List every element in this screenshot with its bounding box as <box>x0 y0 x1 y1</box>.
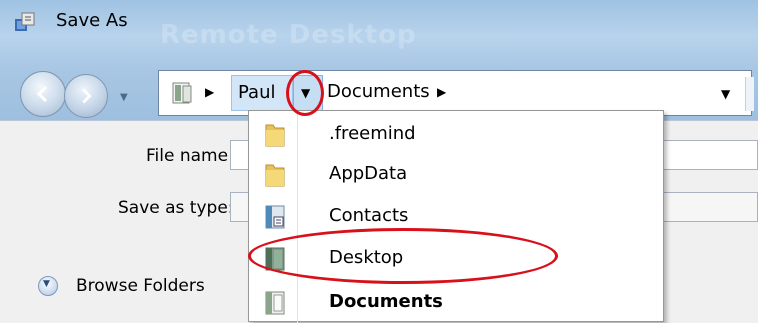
crumb-separator-icon[interactable]: ▶ <box>437 85 446 99</box>
dropdown-item-appdata[interactable]: AppData <box>249 155 663 195</box>
highlight-ring-dropdown-button <box>286 70 324 116</box>
ghost-title: Remote Desktop <box>160 20 417 50</box>
folder-icon <box>265 124 285 147</box>
documents-icon <box>265 291 285 315</box>
file-name-label: File name: <box>146 146 234 166</box>
save-as-type-label: Save as type: <box>118 198 234 218</box>
dropdown-item-documents[interactable]: Documents <box>249 283 663 323</box>
browse-folders-label[interactable]: Browse Folders <box>76 276 205 296</box>
back-arrow-icon <box>36 85 48 103</box>
recent-pages-dropdown-icon[interactable]: ▼ <box>120 92 128 103</box>
crumb-paul-label: Paul <box>238 82 276 103</box>
window-chrome: Remote Desktop Save As ▼ ▶ Paul ▼ Docume… <box>0 0 758 120</box>
browse-folders-toggle[interactable]: ▼ <box>38 276 58 296</box>
chevron-down-icon: ▼ <box>43 279 50 289</box>
back-button[interactable] <box>20 71 66 117</box>
folder-location-icon <box>172 82 192 104</box>
crumb-separator-icon[interactable]: ▶ <box>205 85 214 99</box>
save-as-app-icon <box>15 12 35 31</box>
dropdown-item-label: .freemind <box>329 123 416 144</box>
folder-icon <box>265 164 285 187</box>
dropdown-item-label: Contacts <box>329 205 409 226</box>
window-title: Save As <box>56 10 128 31</box>
crumb-documents[interactable]: Documents <box>327 81 430 102</box>
folder-dropdown-list: .freemind AppData Contacts Desktop Docum… <box>248 110 664 323</box>
dropdown-item-label: AppData <box>329 163 408 184</box>
address-history-dropdown-icon[interactable]: ▼ <box>721 87 730 101</box>
forward-button[interactable] <box>64 74 108 118</box>
dropdown-item-freemind[interactable]: .freemind <box>249 115 663 155</box>
dropdown-item-label: Documents <box>329 291 443 312</box>
refresh-button[interactable] <box>745 77 754 111</box>
forward-arrow-icon <box>82 88 92 104</box>
contacts-icon <box>265 205 285 229</box>
crumb-paul[interactable]: Paul <box>231 75 293 111</box>
highlight-ring-desktop <box>248 228 558 284</box>
